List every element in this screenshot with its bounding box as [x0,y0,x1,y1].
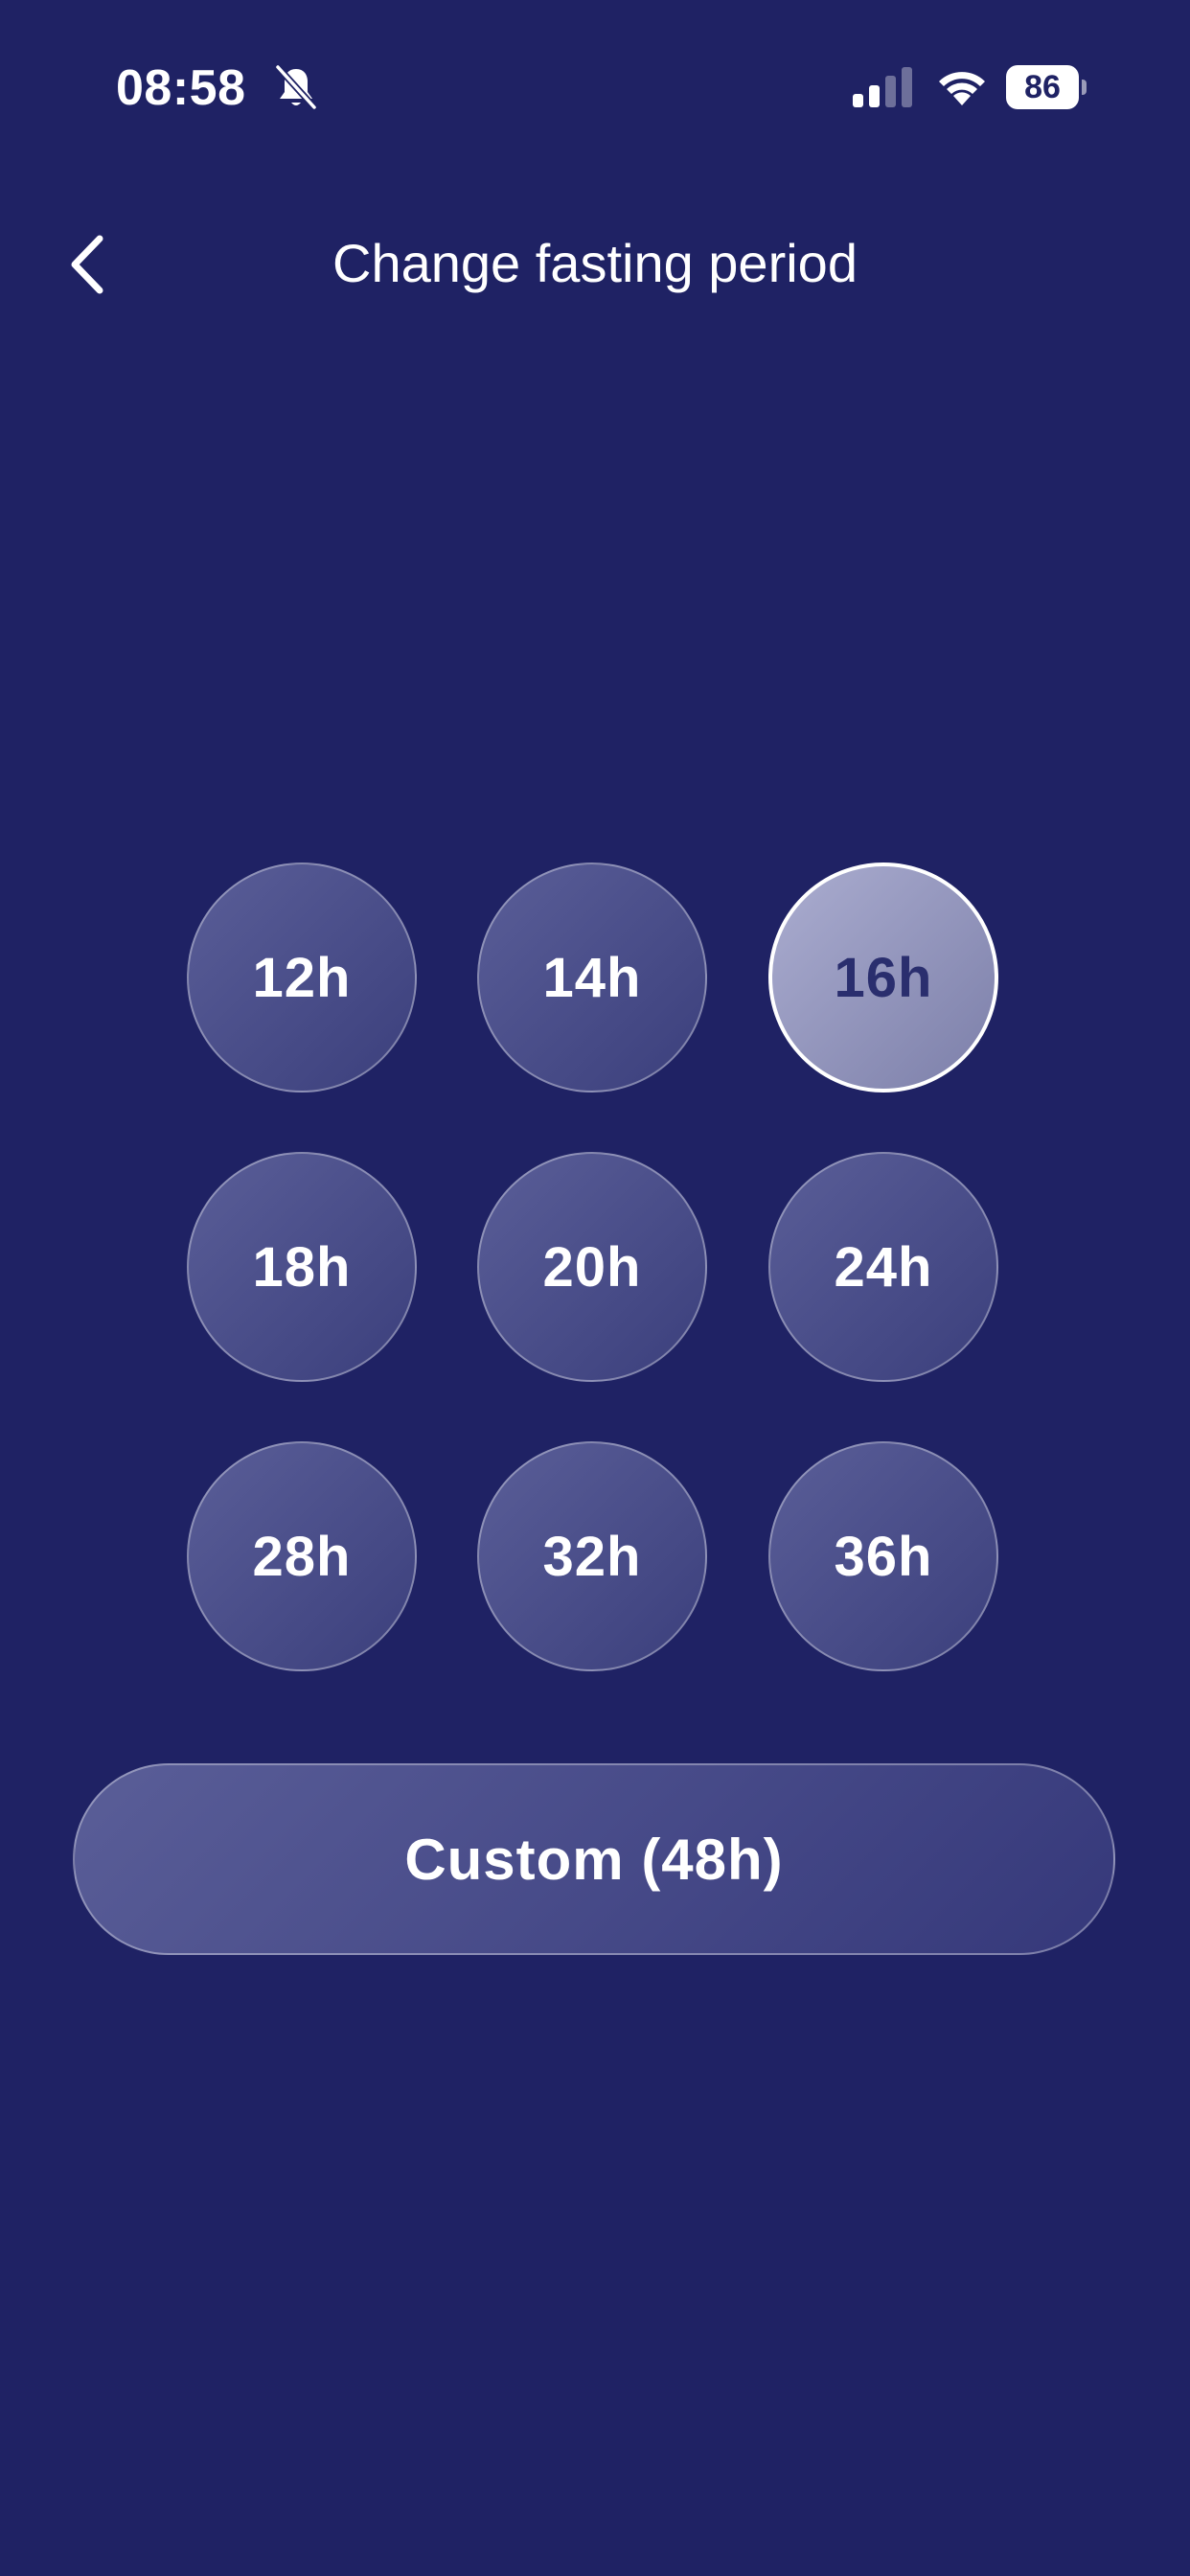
period-option-12h[interactable]: 12h [187,862,417,1092]
period-label: 14h [542,946,642,1009]
period-option-18h[interactable]: 18h [187,1152,417,1382]
bell-muted-icon [274,63,318,111]
period-label: 18h [252,1235,352,1299]
period-grid: 12h 14h 16h 18h 20h 24h 28h 32h 36h [187,862,1003,1677]
period-option-32h[interactable]: 32h [477,1441,707,1671]
period-label: 36h [834,1525,933,1588]
period-label: 24h [834,1235,933,1299]
custom-period-label: Custom (48h) [404,1827,784,1892]
period-label: 20h [542,1235,642,1299]
period-option-36h[interactable]: 36h [768,1441,998,1671]
period-option-28h[interactable]: 28h [187,1441,417,1671]
battery-cap [1082,80,1087,95]
period-label: 12h [252,946,352,1009]
period-option-24h[interactable]: 24h [768,1152,998,1382]
cellular-signal-icon [853,67,912,107]
battery-body: 86 [1006,65,1079,109]
period-label: 32h [542,1525,642,1588]
status-time: 08:58 [116,60,246,116]
custom-period-button[interactable]: Custom (48h) [73,1763,1115,1955]
period-label: 28h [252,1525,352,1588]
page-title: Change fasting period [332,233,858,293]
status-bar: 08:58 86 [0,0,1190,172]
period-option-14h[interactable]: 14h [477,862,707,1092]
battery-icon: 86 [1006,65,1087,109]
period-option-20h[interactable]: 20h [477,1152,707,1382]
period-label: 16h [834,946,933,1009]
period-option-16h[interactable]: 16h [768,862,998,1092]
battery-level: 86 [1024,69,1061,105]
wifi-icon [939,72,985,105]
